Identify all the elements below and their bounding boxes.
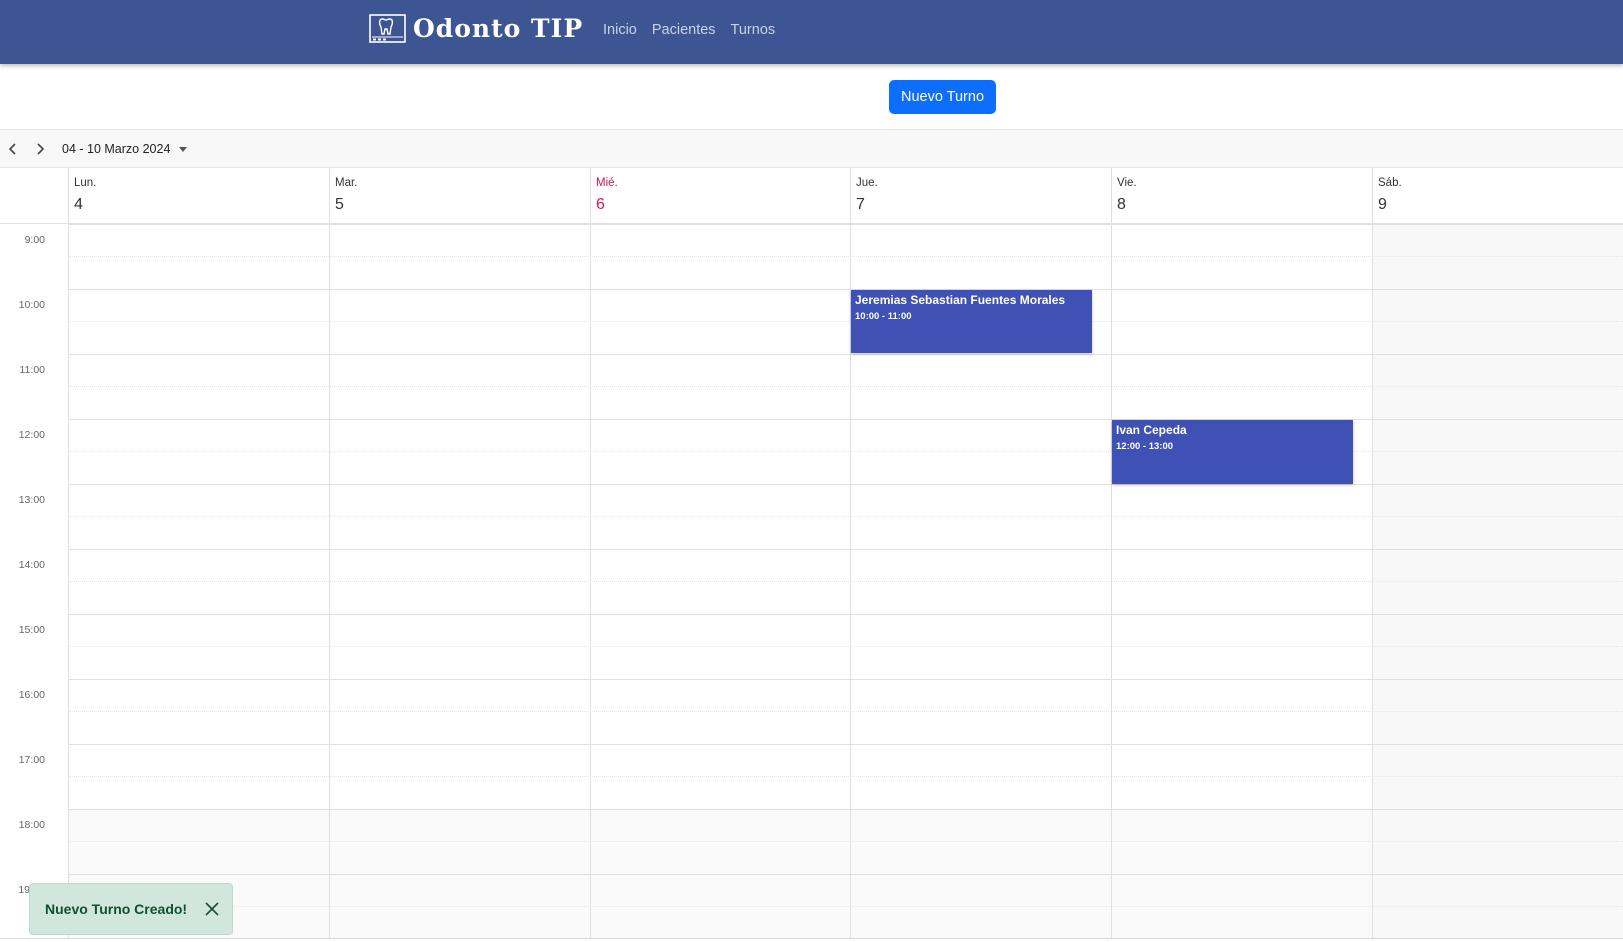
day-name: Lun. <box>74 177 97 189</box>
time-grid[interactable]: 9:00 10:00 11:00 12:00 13:00 14:00 15:00… <box>0 224 1623 939</box>
half-hour-line <box>69 451 1623 452</box>
day-name: Vie. <box>1117 177 1137 189</box>
day-header-jue: Jue. 7 <box>850 168 1111 224</box>
hour-line <box>69 289 1623 290</box>
event-title: Ivan Cepeda <box>1116 423 1187 437</box>
half-hour-line <box>69 906 1623 907</box>
day-name: Mié. <box>596 177 618 189</box>
toast-message: Nuevo Turno Creado! <box>45 901 188 917</box>
event-time: 10:00 - 11:00 <box>855 311 912 322</box>
calendar-corner <box>0 168 69 224</box>
chevron-left-icon[interactable] <box>3 139 21 159</box>
toolbar: Nuevo Turno <box>0 64 1623 130</box>
half-hour-line <box>69 516 1623 517</box>
half-hour-line <box>69 581 1623 582</box>
day-number: 7 <box>856 196 865 213</box>
calendar-bottom-border <box>0 938 1623 939</box>
appointment-event[interactable]: Jeremias Sebastian Fuentes Morales 10:00… <box>851 290 1092 353</box>
day-header-mie: Mié. 6 <box>590 168 851 224</box>
time-label: 13:00 <box>18 494 45 506</box>
hour-line <box>69 224 1623 225</box>
event-title: Jeremias Sebastian Fuentes Morales <box>855 293 1066 307</box>
hour-line <box>69 809 1623 810</box>
half-hour-line <box>69 321 1623 322</box>
hour-line <box>69 874 1623 875</box>
half-hour-line <box>69 646 1623 647</box>
column-line <box>590 224 591 939</box>
hour-line <box>69 744 1623 745</box>
hour-line <box>69 614 1623 615</box>
column-line <box>68 224 69 939</box>
half-hour-line <box>69 256 1623 257</box>
day-header-lun: Lun. 4 <box>68 168 330 224</box>
hour-line <box>69 679 1623 680</box>
day-number: 6 <box>596 196 605 213</box>
nav-links: Inicio Pacientes Turnos <box>603 22 790 38</box>
time-label: 10:00 <box>18 299 45 311</box>
appointment-event[interactable]: Ivan Cepeda 12:00 - 13:00 <box>1112 420 1353 484</box>
close-icon[interactable] <box>204 901 220 917</box>
hour-line <box>69 419 1623 420</box>
time-label: 17:00 <box>18 754 45 766</box>
half-hour-line <box>69 776 1623 777</box>
time-label: 9:00 <box>24 234 45 246</box>
time-label: 16:00 <box>18 689 45 701</box>
hour-line <box>69 484 1623 485</box>
nav-link-pacientes[interactable]: Pacientes <box>652 22 716 38</box>
column-line <box>329 224 330 939</box>
date-range-label: 04 - 10 Marzo 2024 <box>62 142 171 156</box>
half-hour-line <box>69 841 1623 842</box>
day-header-mar: Mar. 5 <box>329 168 591 224</box>
half-hour-line <box>69 386 1623 387</box>
date-navigation: 04 - 10 Marzo 2024 <box>0 130 1623 168</box>
day-number: 8 <box>1117 196 1126 213</box>
time-label: 11:00 <box>19 364 46 376</box>
hour-line <box>69 549 1623 550</box>
half-hour-line <box>69 711 1623 712</box>
caret-down-icon <box>179 146 188 152</box>
time-label: 12:00 <box>18 429 45 441</box>
chevron-right-icon[interactable] <box>31 139 49 159</box>
time-label: 18:00 <box>18 819 45 831</box>
time-label: 19 <box>18 884 30 896</box>
day-header-sab: Sáb. 9 <box>1372 168 1623 224</box>
hour-line <box>69 354 1623 355</box>
day-number: 4 <box>74 196 83 213</box>
day-name: Sáb. <box>1378 177 1402 189</box>
nav-link-turnos[interactable]: Turnos <box>731 22 776 38</box>
day-number: 5 <box>335 196 344 213</box>
time-label: 15:00 <box>18 624 45 636</box>
new-appointment-button[interactable]: Nuevo Turno <box>889 80 996 114</box>
column-line <box>1372 224 1373 939</box>
date-range-selector[interactable]: 04 - 10 Marzo 2024 <box>62 142 188 156</box>
day-header-vie: Vie. 8 <box>1111 168 1373 224</box>
nav-link-inicio[interactable]: Inicio <box>603 22 637 38</box>
brand-name: Odonto TIP <box>413 14 584 43</box>
week-calendar: Lun. 4 Mar. 5 Mié. 6 Jue. 7 Vie. 8 Sáb. … <box>0 168 1623 939</box>
brand[interactable]: Odonto TIP <box>369 14 583 43</box>
time-label: 14:00 <box>18 559 45 571</box>
tooth-logo-icon <box>369 14 406 43</box>
day-name: Mar. <box>335 177 358 189</box>
day-name: Jue. <box>856 177 878 189</box>
success-toast: Nuevo Turno Creado! <box>29 883 233 935</box>
navbar: Odonto TIP Inicio Pacientes Turnos <box>0 0 1623 64</box>
column-line <box>1111 224 1112 939</box>
day-number: 9 <box>1378 196 1387 213</box>
event-time: 12:00 - 13:00 <box>1116 441 1174 452</box>
